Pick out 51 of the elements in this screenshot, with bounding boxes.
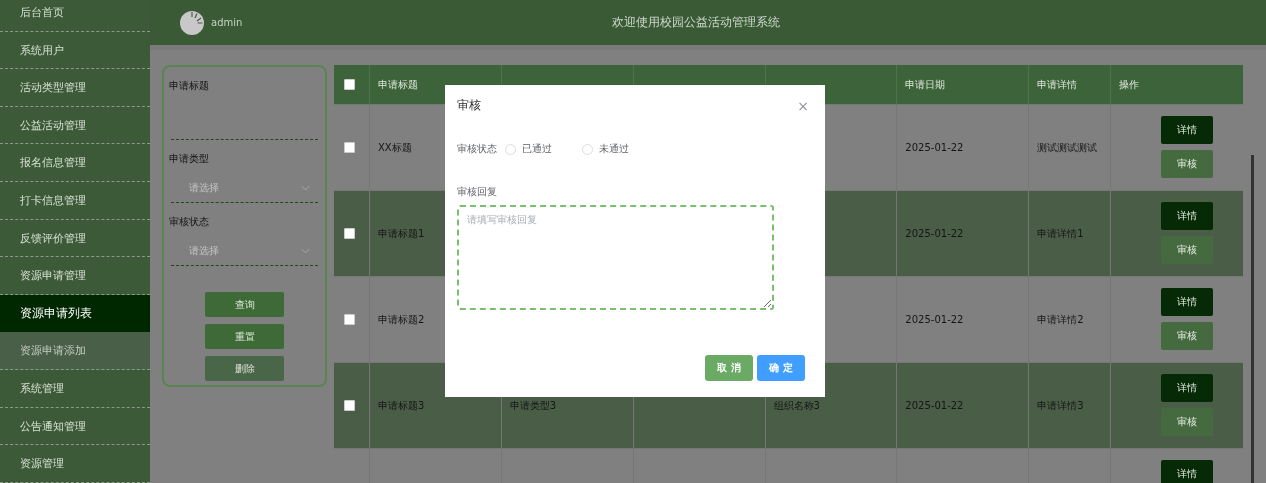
- column-header: 操作: [1119, 77, 1140, 92]
- row-action-button[interactable]: 详情: [1161, 288, 1213, 316]
- checkbox[interactable]: [344, 142, 355, 153]
- filter-button[interactable]: 重置: [205, 324, 284, 349]
- table-cell: 申请详情3: [1037, 398, 1084, 413]
- column-header: 申请标题: [377, 77, 418, 92]
- filter-label: 审核状态: [169, 215, 210, 229]
- table-cell: 2025-01-22: [905, 400, 964, 411]
- table-cell: 测试测试测试: [1037, 140, 1098, 155]
- table-cell: 申请标题3: [377, 398, 425, 413]
- table-cell: 申请标题2: [377, 312, 425, 327]
- user-name: admin: [211, 17, 243, 28]
- filter-button[interactable]: 删除: [205, 356, 284, 381]
- table-cell: XX标题: [377, 140, 412, 155]
- filter-button[interactable]: 查询: [205, 292, 284, 317]
- table-cell: 2025-01-22: [905, 228, 964, 239]
- filter-label: 申请类型: [169, 152, 210, 166]
- avatar-icon: [180, 10, 204, 35]
- radio-label[interactable]: 已通过: [522, 142, 552, 156]
- field-label: 审核状态: [457, 142, 497, 156]
- reply-field[interactable]: 请填写审核回复: [457, 205, 774, 310]
- table-cell: 组织名称3: [773, 398, 820, 413]
- row-action-button[interactable]: 审核: [1161, 150, 1213, 178]
- column-header: 申请详情: [1037, 77, 1078, 92]
- radio-label[interactable]: 未通过: [599, 142, 629, 156]
- checkbox[interactable]: [344, 400, 355, 411]
- close-button[interactable]: ×: [793, 97, 813, 114]
- field-label: 审核回复: [457, 185, 498, 199]
- table-cell: 2025-01-22: [905, 142, 964, 153]
- chevron-down-icon: [301, 185, 310, 191]
- sidebar-item[interactable]: 资源申请添加: [0, 332, 150, 370]
- sidebar-item[interactable]: 资源申请列表: [0, 294, 150, 333]
- table-cell: 申请详情1: [1037, 226, 1084, 241]
- column-header: 申请日期: [905, 77, 946, 92]
- row-action-button[interactable]: 审核: [1161, 236, 1213, 264]
- table-cell: 2025-01-22: [905, 314, 964, 325]
- row-action-button[interactable]: 详情: [1161, 116, 1213, 144]
- checkbox[interactable]: [344, 79, 355, 90]
- row-action-button[interactable]: 详情: [1161, 202, 1213, 230]
- table-cell: 申请标题1: [377, 226, 425, 241]
- filter-label: 申请标题: [169, 79, 210, 93]
- row-action-button[interactable]: 审核: [1161, 408, 1213, 436]
- chevron-down-icon: [301, 248, 310, 254]
- checkbox[interactable]: [344, 228, 355, 239]
- dialog-title: 审核: [457, 97, 481, 114]
- system-title: 欢迎使用校园公益活动管理系统: [612, 14, 781, 31]
- checkbox[interactable]: [344, 314, 355, 325]
- row-action-button[interactable]: 详情: [1161, 374, 1213, 402]
- row-action-button[interactable]: 审核: [1161, 322, 1213, 350]
- table-cell: 申请详情2: [1037, 312, 1084, 327]
- row-action-button[interactable]: 详情: [1161, 460, 1213, 483]
